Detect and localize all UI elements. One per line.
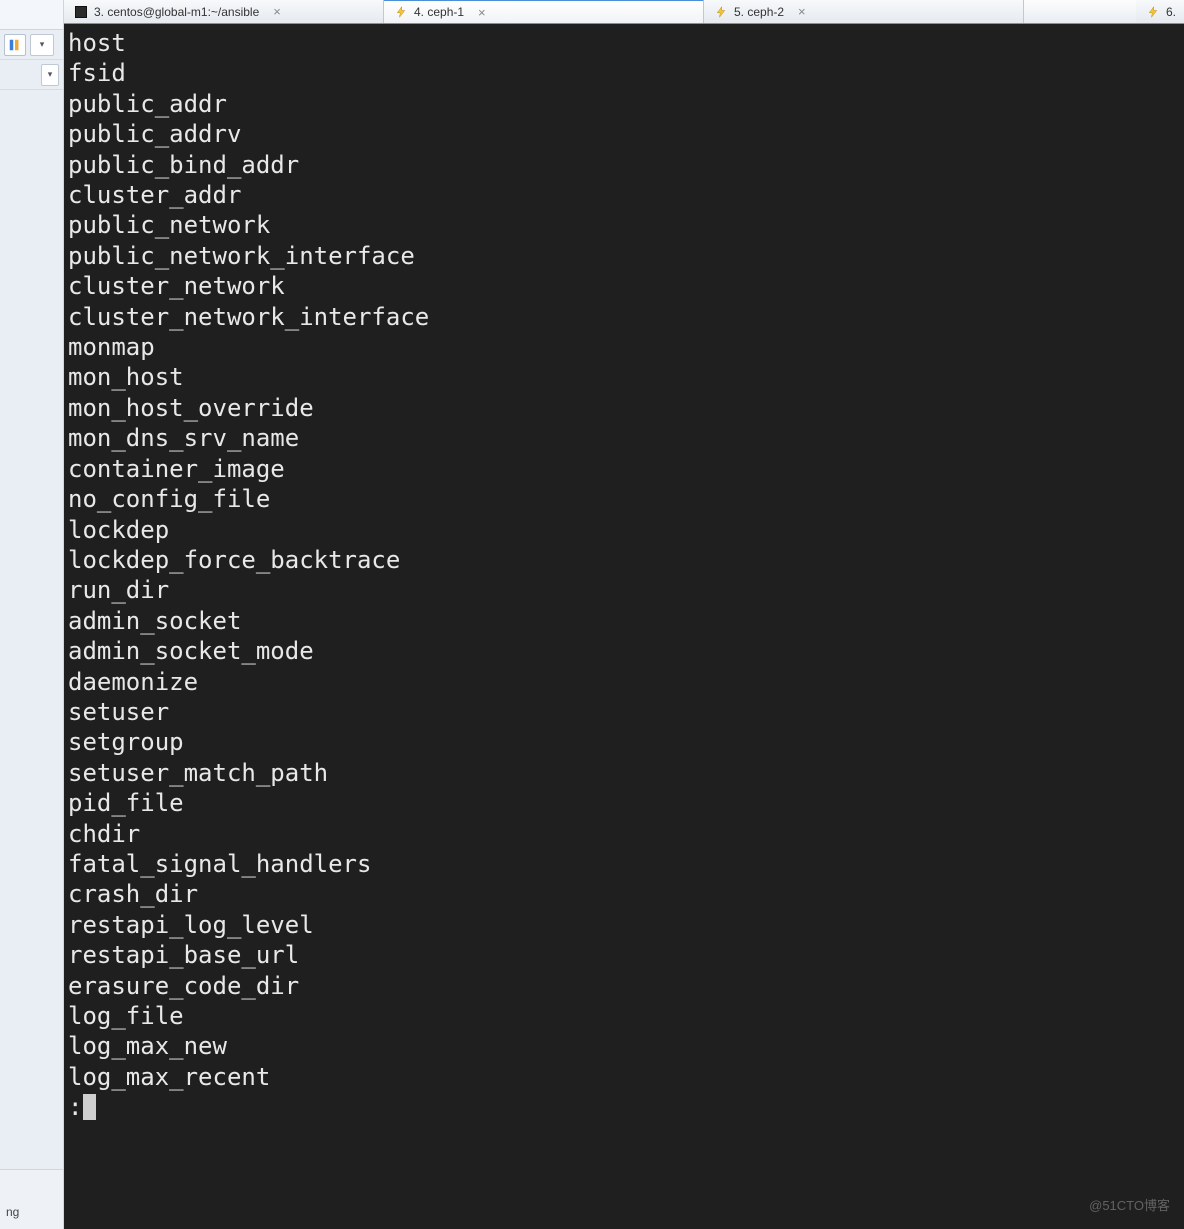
terminal-line: restapi_base_url [68,940,1180,970]
watermark-text: @51CTO博客 [1089,1191,1170,1221]
sidebar-tool-dropdown-2[interactable]: ▾ [41,64,59,86]
tab-label: 6. [1166,5,1176,19]
terminal-line: chdir [68,819,1180,849]
tab-session-3[interactable]: 3. centos@global-m1:~/ansible × [64,0,384,23]
pager-prompt-row: : [68,1092,1180,1122]
terminal-line: mon_host [68,362,1180,392]
terminal-line: host [68,28,1180,58]
sidebar-tool-icon[interactable] [4,34,26,56]
sidebar-tool-dropdown[interactable]: ▾ [30,34,54,56]
terminal-line: container_image [68,454,1180,484]
left-strip-spacer [0,90,63,1169]
terminal-line: mon_host_override [68,393,1180,423]
terminal-line: cluster_addr [68,180,1180,210]
terminal-line: crash_dir [68,879,1180,909]
terminal-line: erasure_code_dir [68,971,1180,1001]
tab-bar: 3. centos@global-m1:~/ansible × 4. ceph-… [64,0,1184,24]
terminal-line: restapi_log_level [68,910,1180,940]
terminal-line: setuser_match_path [68,758,1180,788]
terminal-output: hostfsidpublic_addrpublic_addrvpublic_bi… [68,28,1180,1092]
tab-label: 5. ceph-2 [734,5,784,19]
tab-label: 3. centos@global-m1:~/ansible [94,5,259,19]
terminal-line: fsid [68,58,1180,88]
terminal-line: monmap [68,332,1180,362]
bolt-icon [1146,5,1160,19]
terminal-line: public_bind_addr [68,150,1180,180]
terminal-line: pid_file [68,788,1180,818]
tab-label: 4. ceph-1 [414,5,464,19]
terminal-line: public_network [68,210,1180,240]
terminal-line: fatal_signal_handlers [68,849,1180,879]
bolt-icon [714,5,728,19]
tab-spacer [1024,0,1136,23]
close-icon[interactable]: × [273,5,281,18]
left-strip-toolbar: ▾ [0,30,63,60]
terminal-cursor [83,1094,96,1120]
terminal-viewport[interactable]: hostfsidpublic_addrpublic_addrvpublic_bi… [64,24,1184,1229]
terminal-line: public_addr [68,89,1180,119]
left-strip-footer: ng [0,1169,63,1229]
terminal-line: daemonize [68,667,1180,697]
app-left-strip: ▾ ▾ ng [0,0,64,1229]
close-icon[interactable]: × [478,6,486,19]
tab-session-5[interactable]: 5. ceph-2 × [704,0,1024,23]
main-area: 3. centos@global-m1:~/ansible × 4. ceph-… [64,0,1184,1229]
terminal-line: log_max_new [68,1031,1180,1061]
left-strip-footer-text: ng [6,1205,19,1219]
terminal-line: mon_dns_srv_name [68,423,1180,453]
terminal-line: public_addrv [68,119,1180,149]
terminal-line: run_dir [68,575,1180,605]
terminal-line: public_network_interface [68,241,1180,271]
pager-prompt: : [68,1092,82,1122]
bolt-icon [394,5,408,19]
left-strip-toolbar-2: ▾ [0,60,63,90]
close-icon[interactable]: × [798,5,806,18]
terminal-line: admin_socket [68,606,1180,636]
terminal-line: setgroup [68,727,1180,757]
tab-session-4[interactable]: 4. ceph-1 × [384,0,704,23]
terminal-line: no_config_file [68,484,1180,514]
terminal-line: admin_socket_mode [68,636,1180,666]
terminal-line: cluster_network [68,271,1180,301]
terminal-line: lockdep [68,515,1180,545]
terminal-icon [74,5,88,19]
terminal-line: lockdep_force_backtrace [68,545,1180,575]
terminal-line: log_file [68,1001,1180,1031]
terminal-line: cluster_network_interface [68,302,1180,332]
left-strip-header [0,0,63,30]
terminal-line: setuser [68,697,1180,727]
terminal-line: log_max_recent [68,1062,1180,1092]
tab-session-6[interactable]: 6. [1136,0,1184,23]
